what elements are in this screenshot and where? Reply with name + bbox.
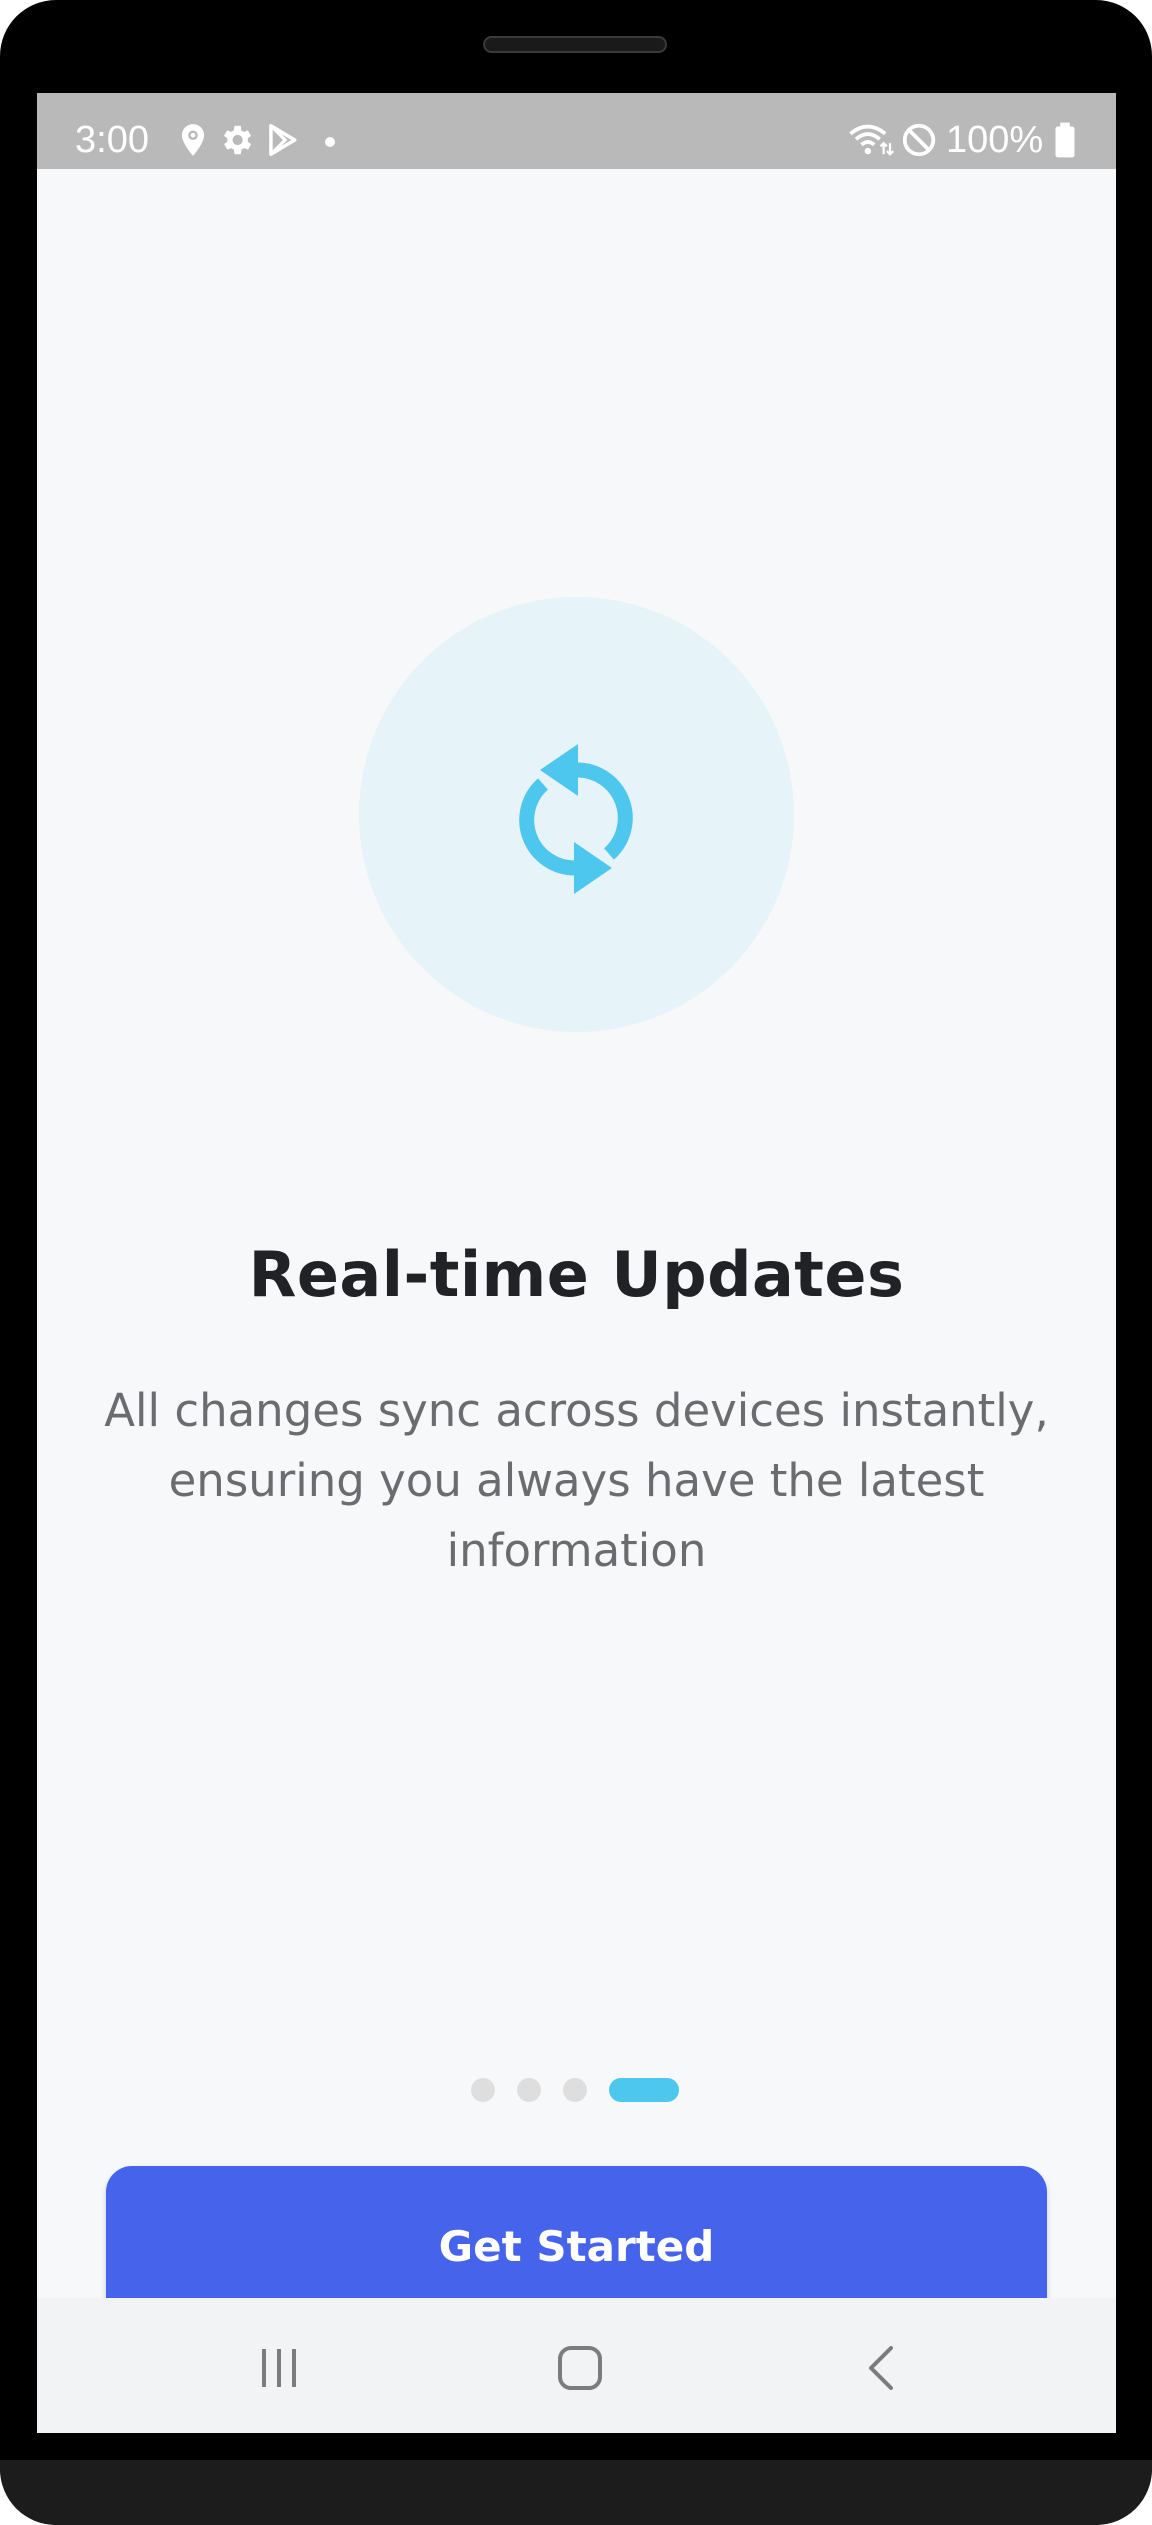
notification-dot <box>325 137 335 147</box>
back-button[interactable] <box>842 2328 922 2408</box>
battery-percentage: 100% <box>946 119 1044 161</box>
back-icon <box>869 2346 893 2390</box>
illustration-circle <box>359 597 794 1032</box>
wifi-icon <box>849 124 894 156</box>
home-icon <box>558 2346 602 2390</box>
navigation-bar <box>37 2298 1116 2433</box>
phone-frame: 3:00 100% Real-time Updates All changes … <box>0 0 1152 2525</box>
home-button[interactable] <box>540 2328 620 2408</box>
page-dot-4-active[interactable] <box>609 2078 679 2102</box>
battery-icon <box>1055 122 1075 158</box>
page-dot-1[interactable] <box>471 2078 495 2102</box>
recents-icon <box>262 2349 296 2387</box>
page-dot-3[interactable] <box>563 2078 587 2102</box>
onboarding-description: All changes sync across devices instantl… <box>104 1384 1049 1577</box>
settings-icon <box>223 125 252 155</box>
sync-icon <box>519 744 633 894</box>
earpiece-speaker <box>483 36 667 53</box>
location-icon <box>181 124 205 156</box>
page-indicator <box>471 2078 679 2102</box>
bottom-bezel <box>0 2460 1152 2525</box>
status-bar: 3:00 100% <box>37 93 1116 169</box>
page-dot-2[interactable] <box>517 2078 541 2102</box>
do-not-disturb-icon <box>902 123 936 157</box>
status-time: 3:00 <box>75 119 149 161</box>
recents-button[interactable] <box>239 2328 319 2408</box>
onboarding-title: Real-time Updates <box>248 1238 905 1311</box>
screen: 3:00 100% Real-time Updates All changes … <box>37 93 1116 2433</box>
play-store-icon <box>269 124 297 156</box>
